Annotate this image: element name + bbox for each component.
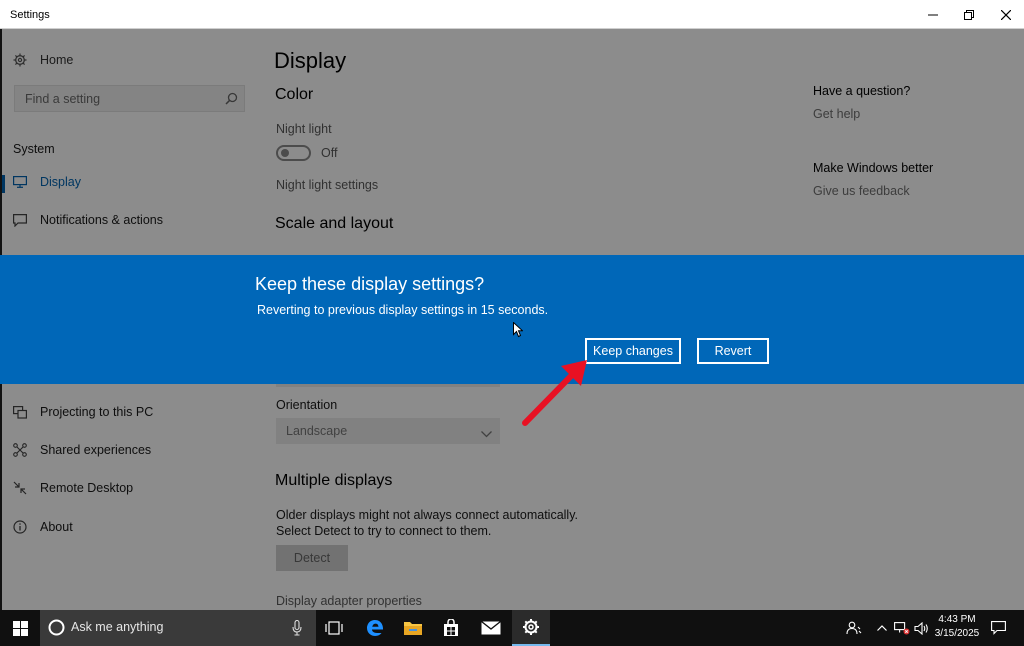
keep-settings-dialog: Keep these display settings? Reverting t… (0, 255, 1024, 384)
keep-changes-button[interactable]: Keep changes (585, 338, 681, 364)
minimize-button[interactable] (914, 0, 952, 29)
store-button[interactable] (432, 610, 470, 646)
show-hidden-icons-button[interactable] (872, 610, 892, 646)
network-button[interactable] (892, 610, 912, 646)
mouse-cursor-icon (513, 321, 524, 343)
revert-button[interactable]: Revert (697, 338, 769, 364)
task-view-button[interactable] (316, 610, 352, 646)
mail-icon (481, 621, 501, 635)
taskbar: Ask me anything 4:43 PM 3/15/2025 (0, 610, 1024, 646)
cortana-search-box[interactable]: Ask me anything (40, 610, 316, 646)
edge-browser-button[interactable] (356, 610, 394, 646)
action-center-button[interactable] (986, 610, 1010, 646)
clock-date: 3/15/2025 (934, 628, 980, 639)
people-icon (846, 621, 862, 635)
dialog-title: Keep these display settings? (255, 274, 485, 294)
gear-icon (523, 619, 539, 635)
cortana-icon (48, 619, 65, 641)
dialog-subtitle: Reverting to previous display settings i… (257, 303, 549, 317)
title-bar: Settings (0, 0, 1024, 29)
edge-icon (367, 620, 384, 636)
file-explorer-button[interactable] (394, 610, 432, 646)
restore-icon (964, 9, 974, 20)
windows-logo-icon (12, 620, 28, 636)
close-button[interactable] (987, 0, 1024, 29)
start-button[interactable] (0, 610, 40, 646)
store-icon (444, 619, 458, 636)
folder-icon (404, 622, 422, 635)
minimize-icon (928, 14, 938, 15)
notification-icon (990, 621, 1006, 635)
mail-button[interactable] (472, 610, 510, 646)
volume-button[interactable] (912, 610, 932, 646)
restore-button[interactable] (950, 0, 988, 29)
cortana-placeholder: Ask me anything (71, 620, 164, 634)
settings-taskbar-button[interactable] (512, 610, 550, 646)
window-title: Settings (10, 9, 50, 21)
microphone-icon[interactable] (292, 619, 302, 641)
close-icon (1001, 9, 1011, 20)
speaker-icon (914, 621, 928, 635)
network-error-icon (894, 621, 910, 634)
chevron-up-icon (877, 625, 887, 631)
task-view-icon (325, 621, 343, 635)
people-button[interactable] (842, 610, 866, 646)
clock-time: 4:43 PM (938, 614, 976, 625)
clock[interactable]: 4:43 PM 3/15/2025 (930, 613, 984, 641)
annotation-arrow-icon (515, 348, 597, 433)
